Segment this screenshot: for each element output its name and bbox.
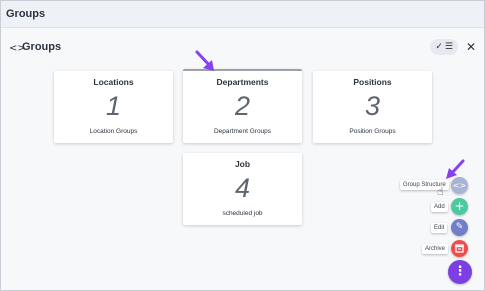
card-subtitle: Location Groups [89,128,138,135]
fab-label-archive[interactable]: Archive [422,244,449,254]
view-toggle[interactable]: ✓ ☰ [430,39,458,55]
check-icon[interactable]: ✓ [435,40,443,54]
card-subtitle: Department Groups [213,128,272,135]
card-positions[interactable]: Positions 3 Position Groups [313,71,432,143]
card-locations[interactable]: Locations 1 Location Groups [54,71,173,143]
cursor-hand-icon: ☝ [437,185,444,198]
archive-icon [455,244,464,253]
card-title: Locations [93,77,134,87]
card-subtitle: scheduled job [222,210,263,217]
hamburger-icon[interactable]: ☰ [445,40,453,54]
header-actions: ✓ ☰ ✕ [430,39,476,55]
card-title: Job [234,159,251,169]
top-bar: Groups [1,1,484,28]
fab-label-edit[interactable]: Edit [431,223,448,233]
pencil-icon: ✎ [455,222,464,232]
archive-button[interactable] [451,240,468,257]
plus-icon: + [454,199,465,213]
group-structure-button[interactable]: <> [451,177,468,194]
card-count: 1 [105,91,122,121]
card-job[interactable]: Job 4 scheduled job [183,153,302,225]
edit-button[interactable]: ✎ [451,219,468,236]
more-vertical-icon: ⋮ [453,264,467,279]
page-title: Groups [6,8,46,20]
panel-title: Groups [22,41,62,53]
card-count: 2 [234,91,251,121]
fab-label-add[interactable]: Add [431,202,448,212]
add-button[interactable]: + [451,198,468,215]
more-actions-button[interactable]: ⋮ [448,260,472,284]
card-count: 4 [234,173,251,203]
card-title: Positions [353,77,392,87]
card-departments[interactable]: Departments 2 Department Groups [183,69,302,143]
close-icon[interactable]: ✕ [466,40,476,54]
card-title: Departments [216,77,269,87]
annotation-arrow-icon [195,50,214,71]
code-icon: <> [452,181,467,190]
card-subtitle: Position Groups [349,128,396,135]
card-count: 3 [364,91,381,121]
